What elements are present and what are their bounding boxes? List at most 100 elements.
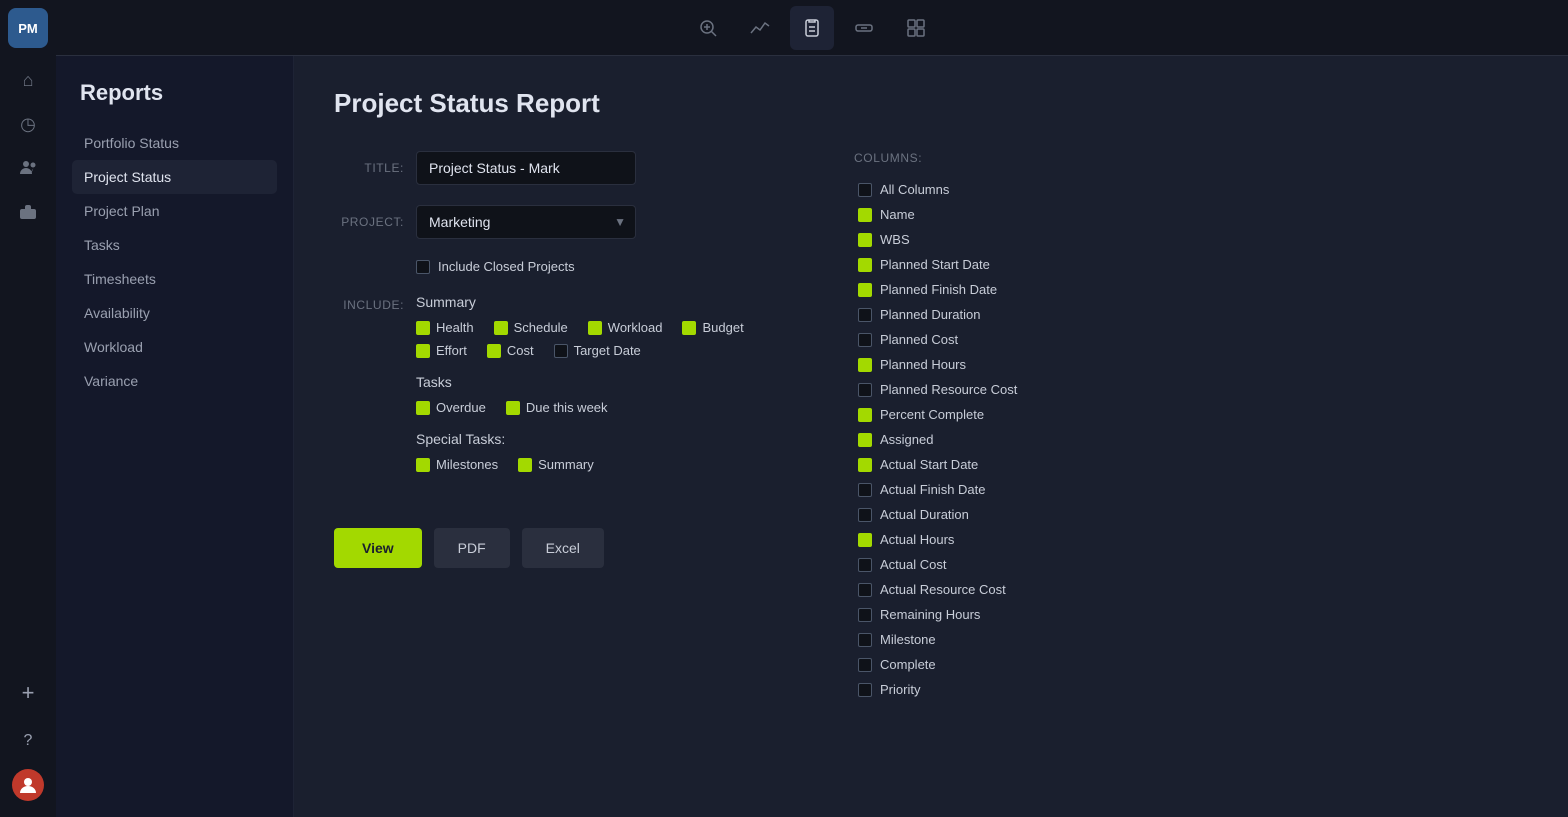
view-button[interactable]: View — [334, 528, 422, 568]
col-planned-duration-checkbox[interactable] — [858, 308, 872, 322]
summary-health-item[interactable]: Health — [416, 320, 474, 335]
column-planned-resource-cost[interactable]: Planned Resource Cost — [854, 377, 1134, 402]
summary-cost-checkbox[interactable] — [487, 344, 501, 358]
sidebar-item-tasks[interactable]: Tasks — [72, 228, 277, 262]
col-actual-resource-cost-label: Actual Resource Cost — [880, 582, 1006, 597]
summary-workload-checkbox[interactable] — [588, 321, 602, 335]
column-actual-duration[interactable]: Actual Duration — [854, 502, 1134, 527]
summary-health-checkbox[interactable] — [416, 321, 430, 335]
pdf-button[interactable]: PDF — [434, 528, 510, 568]
special-summary-item[interactable]: Summary — [518, 457, 594, 472]
column-all-columns[interactable]: All Columns — [854, 177, 1134, 202]
special-milestones-item[interactable]: Milestones — [416, 457, 498, 472]
col-remaining-hours-checkbox[interactable] — [858, 608, 872, 622]
col-complete-checkbox[interactable] — [858, 658, 872, 672]
col-percent-complete-checkbox[interactable] — [858, 408, 872, 422]
analytics-toolbar-btn[interactable] — [738, 6, 782, 50]
history-nav-icon[interactable]: ◷ — [8, 104, 48, 144]
tasks-due-this-week-item[interactable]: Due this week — [506, 400, 608, 415]
sidebar-item-availability[interactable]: Availability — [72, 296, 277, 330]
column-actual-start-date[interactable]: Actual Start Date — [854, 452, 1134, 477]
col-name-checkbox[interactable] — [858, 208, 872, 222]
sidebar-item-timesheets[interactable]: Timesheets — [72, 262, 277, 296]
summary-budget-checkbox[interactable] — [682, 321, 696, 335]
summary-cost-item[interactable]: Cost — [487, 343, 534, 358]
special-summary-checkbox[interactable] — [518, 458, 532, 472]
project-select[interactable]: Marketing Sales Engineering Design — [416, 205, 636, 239]
column-percent-complete[interactable]: Percent Complete — [854, 402, 1134, 427]
summary-workload-item[interactable]: Workload — [588, 320, 663, 335]
col-planned-finish-date-checkbox[interactable] — [858, 283, 872, 297]
col-assigned-checkbox[interactable] — [858, 433, 872, 447]
col-wbs-checkbox[interactable] — [858, 233, 872, 247]
summary-budget-item[interactable]: Budget — [682, 320, 743, 335]
excel-button[interactable]: Excel — [522, 528, 604, 568]
include-label: INCLUDE: — [334, 294, 404, 312]
summary-schedule-checkbox[interactable] — [494, 321, 508, 335]
sidebar-item-project-plan[interactable]: Project Plan — [72, 194, 277, 228]
column-complete[interactable]: Complete — [854, 652, 1134, 677]
column-assigned[interactable]: Assigned — [854, 427, 1134, 452]
column-wbs[interactable]: WBS — [854, 227, 1134, 252]
project-label: PROJECT: — [334, 205, 404, 229]
title-input[interactable] — [416, 151, 636, 185]
col-planned-resource-cost-checkbox[interactable] — [858, 383, 872, 397]
col-planned-cost-label: Planned Cost — [880, 332, 958, 347]
form-left: TITLE: PROJECT: Marketing Sales Engineer… — [334, 151, 814, 702]
include-closed-checkbox[interactable] — [416, 260, 430, 274]
column-planned-finish-date[interactable]: Planned Finish Date — [854, 277, 1134, 302]
people-nav-icon[interactable] — [8, 148, 48, 188]
column-milestone[interactable]: Milestone — [854, 627, 1134, 652]
logo-button[interactable]: PM — [8, 8, 48, 48]
sidebar-item-variance[interactable]: Variance — [72, 364, 277, 398]
col-milestone-checkbox[interactable] — [858, 633, 872, 647]
column-actual-hours[interactable]: Actual Hours — [854, 527, 1134, 552]
col-planned-cost-checkbox[interactable] — [858, 333, 872, 347]
column-actual-resource-cost[interactable]: Actual Resource Cost — [854, 577, 1134, 602]
search-zoom-toolbar-btn[interactable] — [686, 6, 730, 50]
link-toolbar-btn[interactable] — [842, 6, 886, 50]
col-actual-cost-checkbox[interactable] — [858, 558, 872, 572]
summary-target-date-checkbox[interactable] — [554, 344, 568, 358]
column-priority[interactable]: Priority — [854, 677, 1134, 702]
col-planned-hours-checkbox[interactable] — [858, 358, 872, 372]
special-milestones-checkbox[interactable] — [416, 458, 430, 472]
column-planned-cost[interactable]: Planned Cost — [854, 327, 1134, 352]
home-nav-icon[interactable]: ⌂ — [8, 60, 48, 100]
column-name[interactable]: Name — [854, 202, 1134, 227]
clipboard-toolbar-btn[interactable] — [790, 6, 834, 50]
column-remaining-hours[interactable]: Remaining Hours — [854, 602, 1134, 627]
sidebar-item-portfolio-status[interactable]: Portfolio Status — [72, 126, 277, 160]
col-all-columns-checkbox[interactable] — [858, 183, 872, 197]
briefcase-nav-icon[interactable] — [8, 192, 48, 232]
user-avatar[interactable] — [12, 769, 44, 801]
add-nav-icon[interactable]: + — [8, 673, 48, 713]
summary-effort-item[interactable]: Effort — [416, 343, 467, 358]
column-planned-hours[interactable]: Planned Hours — [854, 352, 1134, 377]
column-planned-duration[interactable]: Planned Duration — [854, 302, 1134, 327]
tasks-overdue-item[interactable]: Overdue — [416, 400, 486, 415]
sidebar-item-project-status[interactable]: Project Status — [72, 160, 277, 194]
column-planned-start-date[interactable]: Planned Start Date — [854, 252, 1134, 277]
special-milestones-label: Milestones — [436, 457, 498, 472]
col-planned-start-date-checkbox[interactable] — [858, 258, 872, 272]
col-actual-resource-cost-checkbox[interactable] — [858, 583, 872, 597]
col-actual-finish-date-checkbox[interactable] — [858, 483, 872, 497]
col-actual-cost-label: Actual Cost — [880, 557, 946, 572]
col-actual-hours-checkbox[interactable] — [858, 533, 872, 547]
summary-effort-checkbox[interactable] — [416, 344, 430, 358]
col-priority-checkbox[interactable] — [858, 683, 872, 697]
col-actual-hours-label: Actual Hours — [880, 532, 954, 547]
summary-target-date-item[interactable]: Target Date — [554, 343, 641, 358]
col-planned-hours-label: Planned Hours — [880, 357, 966, 372]
help-nav-icon[interactable]: ? — [8, 721, 48, 761]
tasks-due-this-week-checkbox[interactable] — [506, 401, 520, 415]
tasks-overdue-checkbox[interactable] — [416, 401, 430, 415]
summary-schedule-item[interactable]: Schedule — [494, 320, 568, 335]
column-actual-finish-date[interactable]: Actual Finish Date — [854, 477, 1134, 502]
col-actual-duration-checkbox[interactable] — [858, 508, 872, 522]
column-actual-cost[interactable]: Actual Cost — [854, 552, 1134, 577]
col-actual-start-date-checkbox[interactable] — [858, 458, 872, 472]
layout-toolbar-btn[interactable] — [894, 6, 938, 50]
sidebar-item-workload[interactable]: Workload — [72, 330, 277, 364]
